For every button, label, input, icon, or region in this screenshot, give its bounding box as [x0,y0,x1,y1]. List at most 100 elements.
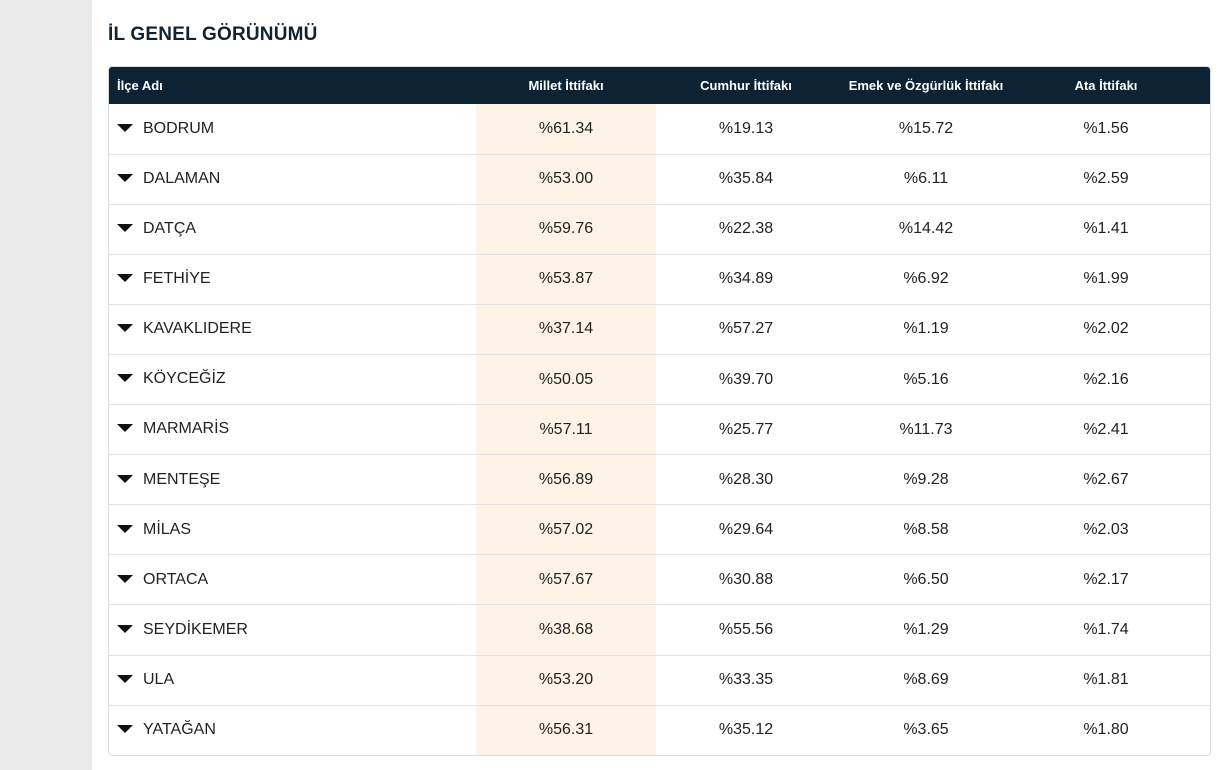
district-cell[interactable]: YATAĞAN [109,705,476,755]
expand-caret-icon[interactable] [117,174,133,183]
expand-caret-icon[interactable] [117,324,133,333]
cumhur-ittifaki-value: %22.38 [718,220,774,238]
district-results-table: İlçe Adı Millet İttifakı Cumhur İttifakı… [108,66,1211,756]
emek-ozgurluk-ittifaki-value: %5.16 [903,370,949,388]
expand-caret-icon[interactable] [117,725,133,734]
table-row[interactable]: FETHİYE %53.87 %34.89 %6.92 %1.99 [109,254,1210,305]
cumhur-ittifaki-value: %25.77 [718,420,774,438]
table-row[interactable]: BODRUM %61.34 %19.13 %15.72 %1.56 [109,104,1210,155]
emek-ozgurluk-ittifaki-value: %3.65 [903,721,949,739]
district-name: ORTACA [143,570,209,588]
table-row[interactable]: KÖYCEĞİZ %50.05 %39.70 %5.16 %2.16 [109,354,1210,405]
ata-ittifaki-value: %1.56 [1083,119,1129,137]
header-district-name[interactable]: İlçe Adı [109,67,476,104]
table-row[interactable]: MARMARİS %57.11 %25.77 %11.73 %2.41 [109,404,1210,455]
table-row[interactable]: MENTEŞE %56.89 %28.30 %9.28 %2.67 [109,454,1210,505]
millet-ittifaki-value: %50.05 [476,354,656,405]
district-cell[interactable]: MENTEŞE [109,455,476,505]
district-cell[interactable]: FETHİYE [109,254,476,304]
emek-ozgurluk-ittifaki-value: %11.73 [899,420,953,438]
district-cell[interactable]: MİLAS [109,505,476,555]
district-cell[interactable]: KAVAKLIDERE [109,304,476,354]
emek-ozgurluk-ittifaki-value: %8.58 [903,520,949,538]
cumhur-ittifaki-value: %19.13 [718,119,774,137]
row-spacer [1196,104,1210,154]
expand-caret-icon[interactable] [117,374,133,383]
left-sidebar-rail [0,0,92,770]
district-name: MARMARİS [143,420,230,438]
millet-ittifaki-value: %53.00 [476,154,656,205]
row-spacer [1196,304,1210,354]
ata-ittifaki-value: %2.17 [1083,570,1129,588]
millet-ittifaki-value: %56.89 [476,454,656,505]
emek-ozgurluk-ittifaki-value: %6.92 [903,270,949,288]
expand-caret-icon[interactable] [117,224,133,233]
table-header-row: İlçe Adı Millet İttifakı Cumhur İttifakı… [109,67,1210,104]
table-row[interactable]: KAVAKLIDERE %37.14 %57.27 %1.19 %2.02 [109,304,1210,355]
row-spacer [1196,204,1210,254]
expand-caret-icon[interactable] [117,474,133,483]
table-row[interactable]: DALAMAN %53.00 %35.84 %6.11 %2.59 [109,154,1210,205]
cumhur-ittifaki-value: %35.84 [718,170,774,188]
ata-ittifaki-value: %2.59 [1083,170,1129,188]
expand-caret-icon[interactable] [117,123,133,132]
emek-ozgurluk-ittifaki-value: %9.28 [903,470,949,488]
emek-ozgurluk-ittifaki-value: %6.50 [903,570,949,588]
millet-ittifaki-value: %61.34 [476,104,656,155]
district-name: SEYDİKEMER [143,620,248,638]
ata-ittifaki-value: %1.81 [1083,671,1129,689]
ata-ittifaki-value: %2.02 [1083,320,1129,338]
district-name: DALAMAN [143,170,221,188]
cumhur-ittifaki-value: %39.70 [718,370,774,388]
district-name: YATAĞAN [143,721,216,739]
district-cell[interactable]: DALAMAN [109,154,476,204]
row-spacer [1196,655,1210,705]
district-cell[interactable]: KÖYCEĞİZ [109,354,476,404]
table-row[interactable]: DATÇA %59.76 %22.38 %14.42 %1.41 [109,204,1210,255]
table-row[interactable]: MİLAS %57.02 %29.64 %8.58 %2.03 [109,504,1210,555]
cumhur-ittifaki-value: %35.12 [718,721,774,739]
page-title: İL GENEL GÖRÜNÜMÜ [108,24,318,45]
district-cell[interactable]: MARMARİS [109,405,476,455]
ata-ittifaki-value: %1.99 [1083,270,1129,288]
millet-ittifaki-value: %37.14 [476,304,656,355]
district-cell[interactable]: ORTACA [109,555,476,605]
emek-ozgurluk-ittifaki-value: %8.69 [903,671,949,689]
millet-ittifaki-value: %59.76 [476,204,656,255]
header-cumhur-ittifaki[interactable]: Cumhur İttifakı [656,67,836,104]
ata-ittifaki-value: %2.03 [1083,520,1129,538]
emek-ozgurluk-ittifaki-value: %14.42 [898,220,954,238]
header-emek-ozgurluk-ittifaki[interactable]: Emek ve Özgürlük İttifakı [836,67,1016,104]
district-cell[interactable]: BODRUM [109,104,476,154]
emek-ozgurluk-ittifaki-value: %1.19 [903,320,949,338]
ata-ittifaki-value: %2.67 [1083,470,1129,488]
ata-ittifaki-value: %2.41 [1083,420,1129,438]
millet-ittifaki-value: %57.67 [476,554,656,605]
district-name: MENTEŞE [143,470,221,488]
cumhur-ittifaki-value: %34.89 [718,270,774,288]
expand-caret-icon[interactable] [117,274,133,283]
district-cell[interactable]: SEYDİKEMER [109,605,476,655]
expand-caret-icon[interactable] [117,424,133,433]
expand-caret-icon[interactable] [117,674,133,683]
row-spacer [1196,555,1210,605]
header-millet-ittifaki[interactable]: Millet İttifakı [476,67,656,104]
district-cell[interactable]: DATÇA [109,204,476,254]
district-cell[interactable]: ULA [109,655,476,705]
table-row[interactable]: ULA %53.20 %33.35 %8.69 %1.81 [109,655,1210,706]
emek-ozgurluk-ittifaki-value: %1.29 [903,620,949,638]
row-spacer [1196,705,1210,755]
header-ata-ittifaki[interactable]: Ata İttifakı [1016,67,1196,104]
millet-ittifaki-value: %57.02 [476,504,656,555]
expand-caret-icon[interactable] [117,624,133,633]
expand-caret-icon[interactable] [117,524,133,533]
table-row[interactable]: SEYDİKEMER %38.68 %55.56 %1.29 %1.74 [109,604,1210,656]
table-row[interactable]: ORTACA %57.67 %30.88 %6.50 %2.17 [109,554,1210,605]
table-row[interactable]: YATAĞAN %56.31 %35.12 %3.65 %1.80 [109,705,1210,755]
ata-ittifaki-value: %1.80 [1083,721,1129,739]
cumhur-ittifaki-value: %33.35 [718,671,774,689]
ata-ittifaki-value: %1.74 [1083,620,1129,638]
cumhur-ittifaki-value: %29.64 [718,520,774,538]
expand-caret-icon[interactable] [117,574,133,583]
ata-ittifaki-value: %1.41 [1083,220,1129,238]
